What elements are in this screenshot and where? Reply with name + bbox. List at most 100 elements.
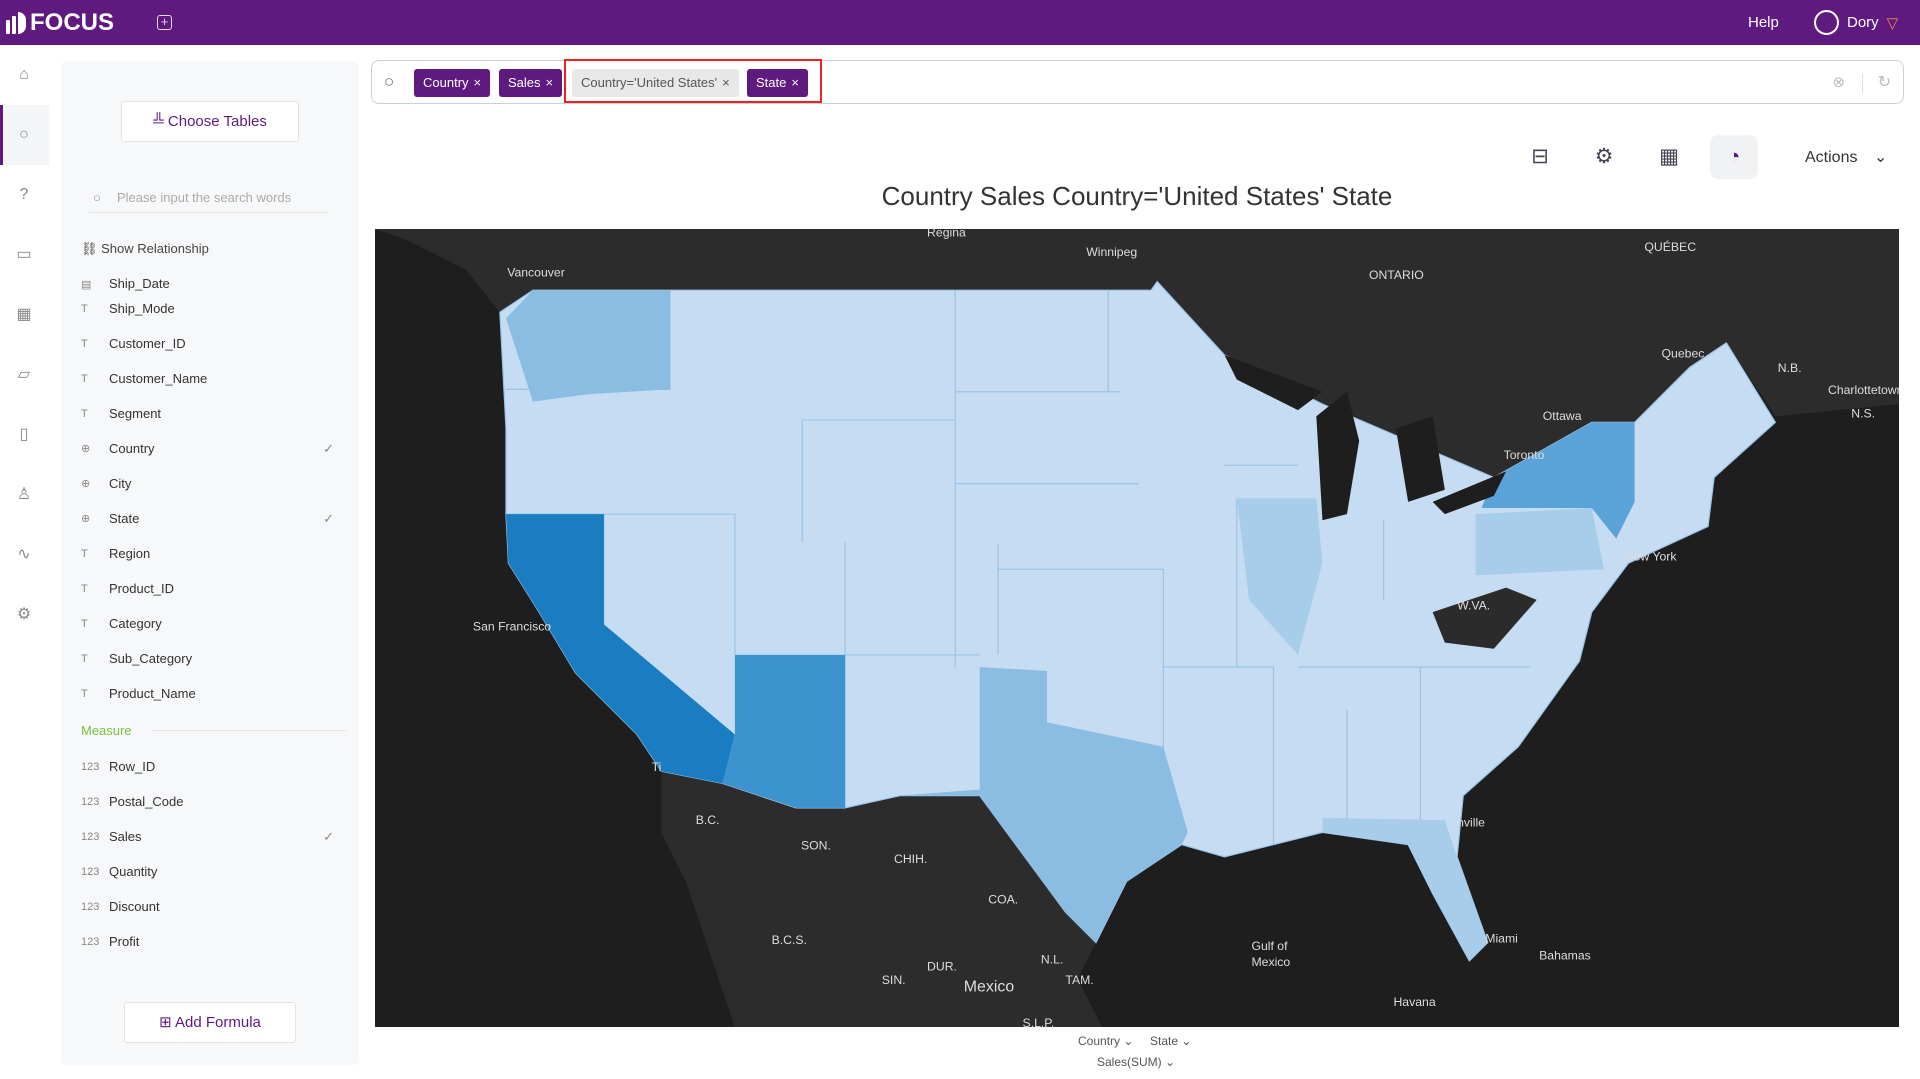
field-label: Customer_Name bbox=[109, 371, 208, 386]
text-type-icon: T bbox=[81, 372, 88, 385]
map-place-label: Winnipeg bbox=[1086, 245, 1137, 259]
map-place-label: N.B. bbox=[1778, 361, 1802, 375]
field-item[interactable]: T Customer_Name bbox=[81, 361, 346, 396]
gear-icon[interactable]: ⚙ bbox=[14, 605, 34, 625]
chart-type-icon[interactable]: ◔ bbox=[1710, 135, 1758, 179]
actions-dropdown[interactable]: Actions ⌄ bbox=[1805, 147, 1887, 167]
check-icon: ✓ bbox=[323, 510, 334, 526]
map-place-label: Quebec bbox=[1662, 347, 1705, 361]
field-item[interactable]: ▤ Ship_Date bbox=[81, 269, 346, 291]
user-menu[interactable]: Dory ▽ bbox=[1814, 10, 1898, 35]
field-label: Row_ID bbox=[109, 759, 156, 774]
chevron-down-icon: ⌄ bbox=[1165, 1055, 1176, 1069]
map-place-label: ONTARIO bbox=[1369, 268, 1424, 282]
field-item[interactable]: T Sub_Category bbox=[81, 641, 346, 676]
remove-token-icon[interactable]: × bbox=[546, 75, 554, 90]
check-icon: ✓ bbox=[323, 440, 334, 456]
map-place-label: COA. bbox=[988, 892, 1018, 906]
field-item[interactable]: 123 Row_ID bbox=[81, 749, 346, 784]
table-view-icon[interactable]: ▦ bbox=[1645, 135, 1693, 179]
highlight-box bbox=[564, 59, 822, 103]
number-type-icon: 123 bbox=[81, 795, 100, 808]
state-axis-dropdown[interactable]: State ⌄ bbox=[1150, 1034, 1191, 1048]
field-search-input[interactable]: ○ Please input the search words bbox=[89, 183, 329, 213]
field-item[interactable]: T Region bbox=[81, 536, 346, 571]
country-axis-dropdown[interactable]: Country ⌄ bbox=[1078, 1034, 1133, 1048]
chevron-down-icon: ⌄ bbox=[1181, 1034, 1192, 1048]
map-place-label: N.L. bbox=[1041, 952, 1063, 966]
field-item[interactable]: 123 Quantity bbox=[81, 854, 346, 889]
search-token-sales[interactable]: Sales × bbox=[499, 69, 563, 97]
field-label: Customer_ID bbox=[109, 336, 186, 351]
value-axis-dropdown[interactable]: Sales(SUM) ⌄ bbox=[1097, 1055, 1175, 1069]
field-item[interactable]: 123 Sales ✓ bbox=[81, 819, 346, 854]
search-token-country[interactable]: Country × bbox=[414, 69, 491, 97]
field-item[interactable]: ⊕ City bbox=[81, 466, 346, 501]
settings-icon[interactable]: ⚙ bbox=[1580, 135, 1628, 179]
show-relationship-link[interactable]: ⛓ Show Relationship bbox=[81, 241, 209, 257]
choose-tables-label: Choose Tables bbox=[167, 113, 267, 130]
token-label: Sales bbox=[508, 75, 541, 90]
logo[interactable]: FOCUS bbox=[6, 9, 114, 37]
field-label: Product_ID bbox=[109, 581, 175, 596]
field-label: Country bbox=[109, 441, 155, 456]
text-type-icon: T bbox=[81, 617, 88, 630]
question-icon[interactable]: ? bbox=[14, 185, 34, 205]
home-icon[interactable]: ⌂ bbox=[14, 65, 34, 85]
field-label: Sub_Category bbox=[109, 651, 193, 666]
refresh-icon[interactable]: ↻ bbox=[1878, 72, 1891, 92]
clear-icon[interactable]: ⊗ bbox=[1832, 73, 1845, 91]
field-item[interactable]: T Category bbox=[81, 606, 346, 641]
map-place-label: N.S. bbox=[1851, 406, 1875, 420]
country-axis-label: Country bbox=[1078, 1034, 1121, 1048]
add-formula-button[interactable]: ⊞ Add Formula bbox=[124, 1002, 296, 1043]
search-icon[interactable]: ○ bbox=[14, 125, 34, 145]
state-washington bbox=[505, 290, 671, 402]
check-icon: ✓ bbox=[323, 828, 334, 844]
state-axis-label: State bbox=[1150, 1034, 1179, 1048]
map-place-label: San Francisco bbox=[473, 619, 551, 633]
help-link[interactable]: Help bbox=[1748, 14, 1779, 31]
geo-type-icon: ⊕ bbox=[81, 513, 91, 525]
field-label: Postal_Code bbox=[109, 794, 184, 809]
add-formula-label: Add Formula bbox=[175, 1014, 261, 1031]
folder-icon[interactable]: ▱ bbox=[14, 365, 34, 385]
search-icon: ○ bbox=[384, 72, 395, 91]
table-icon[interactable]: ▦ bbox=[14, 305, 34, 325]
field-item[interactable]: ⊕ Country ✓ bbox=[81, 431, 346, 466]
formula-view-icon[interactable]: ⊟ bbox=[1516, 135, 1564, 179]
remove-token-icon[interactable]: × bbox=[474, 75, 482, 90]
search-bar[interactable]: ○ Country × Sales × Country='United States… bbox=[371, 59, 1904, 104]
field-item[interactable]: 123 Postal_Code bbox=[81, 784, 346, 819]
text-type-icon: T bbox=[81, 547, 88, 560]
text-type-icon: T bbox=[81, 687, 88, 700]
choose-tables-button[interactable]: ╩ Choose Tables bbox=[121, 101, 299, 142]
field-item[interactable]: T Segment bbox=[81, 396, 346, 431]
presentation-icon[interactable]: ▭ bbox=[14, 245, 34, 265]
new-tab-icon[interactable]: + bbox=[157, 15, 172, 30]
user-icon[interactable]: ♙ bbox=[14, 485, 34, 505]
field-label: Sales bbox=[109, 829, 142, 844]
field-item[interactable]: T Ship_Mode bbox=[81, 291, 346, 326]
field-item[interactable]: 123 Discount bbox=[81, 889, 346, 924]
map-place-label: Toronto bbox=[1504, 448, 1545, 462]
map-place-label: Gulf of bbox=[1251, 939, 1288, 953]
map-place-label: SON. bbox=[801, 839, 831, 853]
field-item[interactable]: 123 Profit bbox=[81, 924, 346, 959]
number-type-icon: 123 bbox=[81, 900, 100, 913]
pulse-icon[interactable]: ∿ bbox=[14, 545, 34, 565]
choropleth-map[interactable]: Regina Winnipeg Vancouver ONTARIO QUÉBEC Queb… bbox=[375, 229, 1899, 1027]
map-place-label: B.C.S. bbox=[772, 933, 807, 947]
field-item[interactable]: T Product_Name bbox=[81, 676, 346, 711]
geo-type-icon: ⊕ bbox=[81, 478, 91, 490]
field-item[interactable]: ⊕ State ✓ bbox=[81, 501, 346, 536]
clipboard-icon[interactable]: ▯ bbox=[14, 425, 34, 445]
map-place-label: Ottawa bbox=[1543, 409, 1582, 423]
number-type-icon: 123 bbox=[81, 830, 100, 843]
state-arizona bbox=[722, 654, 846, 808]
field-item[interactable]: T Product_ID bbox=[81, 571, 346, 606]
user-avatar-icon bbox=[1814, 10, 1839, 35]
search-icon: ○ bbox=[93, 190, 101, 205]
field-item[interactable]: T Customer_ID bbox=[81, 326, 346, 361]
text-type-icon: T bbox=[81, 302, 88, 315]
